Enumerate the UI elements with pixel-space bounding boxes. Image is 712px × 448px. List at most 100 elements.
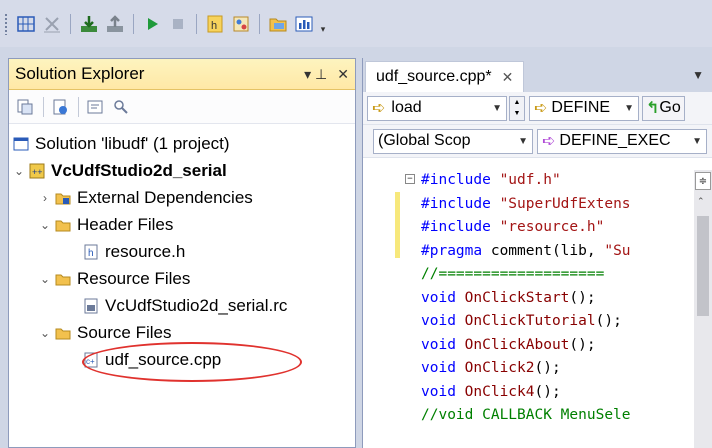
chevron-down-icon[interactable]: ⌄	[37, 218, 53, 232]
pattern-icon[interactable]	[229, 12, 253, 36]
code-token: OnClickStart	[464, 289, 570, 306]
code-line[interactable]: #include "SuperUdfExtens	[421, 196, 631, 218]
tree-node-label: VcUdfStudio2d_serial.rc	[105, 295, 288, 315]
tab-menu-icon[interactable]: ▼	[692, 68, 704, 82]
solution-explorer-title-bar: Solution Explorer ▾ ⊥ ✕	[9, 59, 355, 90]
tree-node-header-files[interactable]: ⌄ Header Files	[9, 211, 355, 238]
cancel-icon[interactable]	[40, 12, 64, 36]
upload-icon[interactable]	[103, 12, 127, 36]
tree-node-solution[interactable]: Solution 'libudf' (1 project)	[9, 130, 355, 157]
nav-row-1: ➪ load ▼ ▲ ▼ ➪ DEFINE ▼ ↰ Go	[363, 92, 712, 125]
project-icon: ++	[27, 161, 47, 181]
scroll-up-icon[interactable]: ⌃	[697, 196, 705, 207]
go-button[interactable]: ↰ Go	[642, 95, 685, 121]
code-token: //void CALLBACK MenuSele	[421, 407, 631, 423]
tree-node-udf-source[interactable]: c+ udf_source.cpp	[9, 346, 355, 373]
svg-text:++: ++	[32, 167, 43, 177]
download-icon[interactable]	[77, 12, 101, 36]
chevron-down-icon: ▼	[518, 135, 528, 147]
tab-udf-source[interactable]: udf_source.cpp* ✕	[365, 61, 525, 92]
collapse-icon[interactable]: −	[405, 174, 415, 184]
chevron-down-icon[interactable]: ⌄	[37, 272, 53, 286]
code-line[interactable]: #include "udf.h"	[421, 172, 561, 194]
panel-title: Solution Explorer	[15, 64, 145, 83]
code-area[interactable]: − #include "udf.h" #include "SuperUdfExte…	[363, 170, 712, 448]
header-file-icon: h	[81, 242, 101, 262]
external-dependencies-icon	[53, 188, 73, 208]
combo-value: DEFINE_EXEC	[559, 132, 671, 149]
toolbar-separator	[259, 13, 260, 34]
h-file-icon[interactable]: h	[203, 12, 227, 36]
code-line[interactable]: void OnClickStart();	[421, 290, 596, 312]
folder-image-icon[interactable]	[266, 12, 290, 36]
code-line[interactable]: void OnClickTutorial();	[421, 313, 622, 335]
toolbar-grip[interactable]	[4, 12, 9, 35]
code-token: ();	[534, 383, 561, 400]
tree-node-label: Source Files	[77, 322, 172, 342]
tree-node-resource-h[interactable]: h resource.h	[9, 238, 355, 265]
svg-text:h: h	[211, 20, 217, 32]
scope-combo[interactable]: (Global Scop ▼	[373, 128, 533, 154]
code-token: OnClick2	[464, 360, 535, 376]
code-token: ();	[534, 360, 561, 376]
grid-icon[interactable]	[14, 12, 38, 36]
go-icon: ↰	[646, 100, 660, 117]
arrow-right-icon: ➪	[372, 100, 386, 117]
solution-explorer-toolbar	[9, 90, 355, 124]
chart-icon[interactable]	[292, 12, 316, 36]
cpp-file-icon: c+	[81, 350, 101, 370]
toolbar-separator	[133, 13, 134, 34]
chevron-right-icon[interactable]: ›	[37, 191, 53, 205]
arrow-right-icon: ➪	[534, 100, 548, 117]
code-editor: udf_source.cpp* ✕ ▼ ➪ load ▼ ▲ ▼ ➪ DEFINE…	[362, 58, 712, 448]
code-token: void	[421, 336, 465, 353]
show-all-files-icon[interactable]	[48, 95, 72, 119]
code-line[interactable]: void OnClick2();	[421, 360, 561, 382]
tree-node-external-dependencies[interactable]: › External Dependencies	[9, 184, 355, 211]
tree-node-label: VcUdfStudio2d_serial	[51, 160, 227, 180]
main-toolbar: h ▾	[0, 0, 712, 47]
code-token: #include	[421, 219, 500, 235]
toolbar-overflow-button[interactable]: ▾	[317, 13, 329, 35]
spin-button[interactable]: ▲ ▼	[509, 95, 525, 121]
combo-value: DEFINE	[551, 99, 611, 116]
close-icon[interactable]: ✕	[502, 69, 514, 86]
tree-node-label: External Dependencies	[77, 187, 253, 207]
code-line[interactable]: void OnClick4();	[421, 384, 561, 406]
visual-studio-window: h ▾ Solution Explorer ▾ ⊥ ✕ Solution 'li…	[0, 0, 712, 448]
code-line[interactable]: #include "resource.h"	[421, 219, 604, 241]
code-token: OnClickAbout	[464, 336, 570, 353]
stop-icon[interactable]	[166, 12, 190, 36]
code-line[interactable]: //===================	[421, 266, 604, 288]
scrollbar-thumb[interactable]	[697, 216, 709, 316]
split-icon[interactable]: ≑	[695, 172, 711, 190]
svg-text:c+: c+	[86, 357, 95, 366]
code-token: //===================	[421, 266, 605, 282]
code-line[interactable]: void OnClickAbout();	[421, 337, 596, 359]
chevron-down-icon[interactable]: ⌄	[11, 164, 27, 178]
properties-icon[interactable]	[13, 95, 37, 119]
chevron-down-icon[interactable]: ⌄	[37, 326, 53, 340]
code-line[interactable]: //void CALLBACK MenuSele	[421, 407, 631, 429]
code-line[interactable]: #pragma comment(lib, "Su	[421, 243, 631, 265]
view-code-icon[interactable]	[83, 95, 107, 119]
chevron-down-icon: ▼	[692, 135, 702, 147]
pin-icon[interactable]: ▾ ⊥	[304, 66, 327, 83]
close-icon[interactable]: ✕	[337, 66, 349, 83]
tree-node-label: Solution 'libudf' (1 project)	[35, 133, 230, 153]
load-combo[interactable]: ➪ load ▼	[367, 95, 507, 121]
code-token: "SuperUdfExtens	[499, 195, 631, 212]
tree-node-source-files[interactable]: ⌄ Source Files	[9, 319, 355, 346]
tree-node-project[interactable]: ⌄ ++ VcUdfStudio2d_serial	[9, 157, 355, 184]
tree-node-resource-files[interactable]: ⌄ Resource Files	[9, 265, 355, 292]
tree-node-rc-file[interactable]: VcUdfStudio2d_serial.rc	[9, 292, 355, 319]
class-view-icon[interactable]	[109, 95, 133, 119]
toolbar-separator	[43, 96, 44, 117]
play-icon[interactable]	[140, 12, 164, 36]
vertical-scrollbar[interactable]: ≑ ⌃	[694, 170, 712, 448]
member-combo[interactable]: ➪ DEFINE_EXEC ▼	[537, 128, 707, 154]
toolbar-separator	[78, 96, 79, 117]
define-combo[interactable]: ➪ DEFINE ▼	[529, 95, 639, 121]
folder-icon	[53, 269, 73, 289]
code-token: ();	[569, 336, 596, 353]
